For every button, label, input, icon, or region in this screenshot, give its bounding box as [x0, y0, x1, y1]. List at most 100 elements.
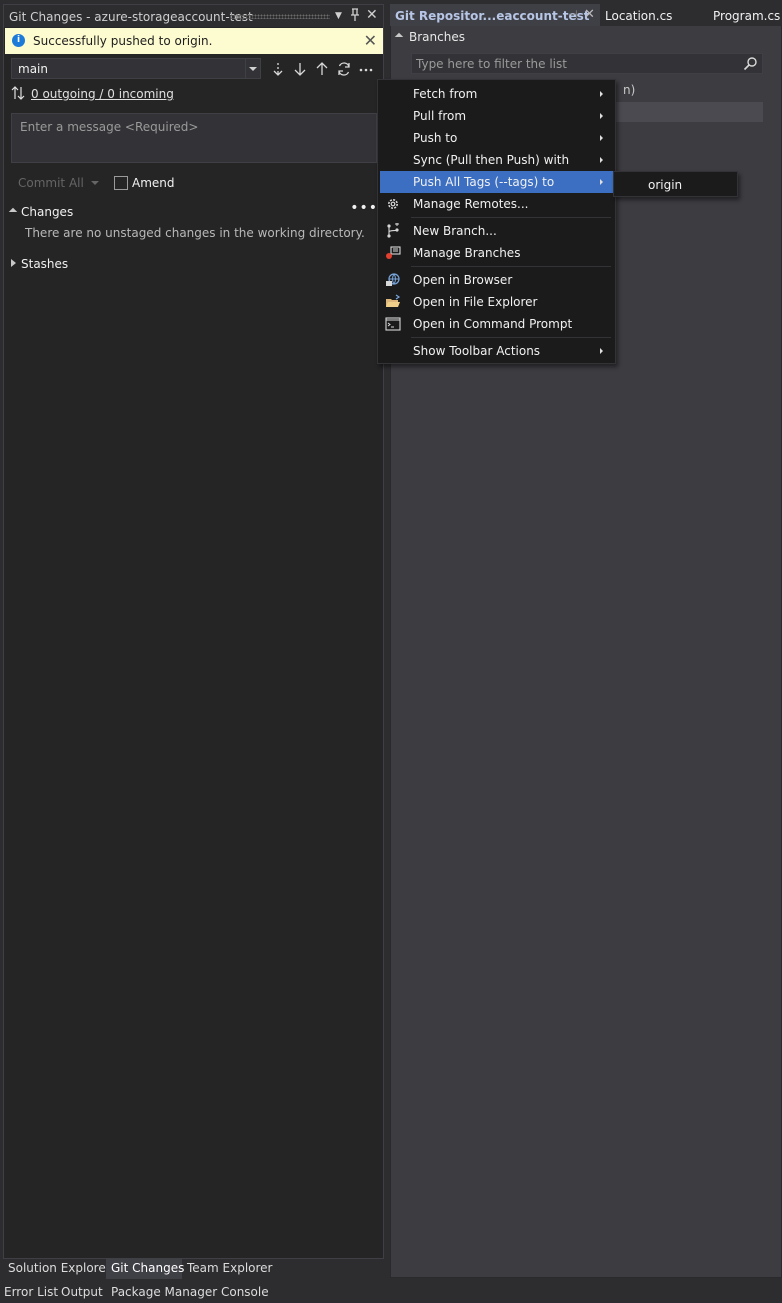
close-icon[interactable]: ✕	[366, 7, 378, 23]
changes-empty-message: There are no unstaged changes in the wor…	[25, 226, 365, 240]
menu-item-sync-with[interactable]: Sync (Pull then Push) with	[380, 149, 613, 171]
menu-item-label: Show Toolbar Actions	[413, 344, 541, 358]
stashes-section-header[interactable]: Stashes	[9, 256, 209, 274]
tab-output[interactable]: Output	[61, 1284, 103, 1303]
submenu-item-origin[interactable]: origin	[648, 178, 682, 192]
tab-label: Output	[61, 1285, 103, 1299]
pin-icon[interactable]	[350, 8, 360, 22]
menu-item-label: Manage Remotes...	[413, 197, 529, 211]
expanded-triangle-icon[interactable]	[8, 207, 18, 217]
commit-row: Commit All Amend	[11, 174, 381, 194]
sync-icon[interactable]	[336, 61, 352, 77]
tab-error-list[interactable]: Error List	[4, 1284, 58, 1303]
menu-separator	[411, 217, 611, 218]
menu-item-push-to[interactable]: Push to	[380, 127, 613, 149]
submenu-arrow-icon	[600, 135, 603, 141]
commit-options-chevron-icon[interactable]	[91, 181, 99, 185]
gear-icon	[385, 196, 401, 212]
branches-section-header[interactable]: Branches	[394, 28, 595, 46]
menu-item-label: Open in File Explorer	[413, 295, 538, 309]
tab-label: Program.cs	[713, 9, 781, 23]
menu-item-label: Open in Command Prompt	[413, 317, 573, 331]
info-bar: i Successfully pushed to origin. ✕	[5, 28, 383, 54]
branch-name: main	[18, 62, 48, 76]
menu-item-label: Fetch from	[413, 87, 478, 101]
push-tags-submenu: origin	[613, 171, 738, 197]
tab-label: Team Explorer	[187, 1261, 273, 1275]
branch-dropdown[interactable]: main	[11, 58, 261, 79]
menu-item-pull-from[interactable]: Pull from	[380, 105, 613, 127]
menu-separator	[411, 266, 611, 267]
info-message: Successfully pushed to origin.	[33, 34, 213, 48]
filter-placeholder: Type here to filter the list	[416, 57, 567, 71]
collapsed-triangle-icon[interactable]	[11, 259, 16, 267]
menu-item-label: Push All Tags (--tags) to	[413, 175, 555, 189]
changes-label: Changes	[21, 205, 74, 219]
partial-branch-text: n)	[623, 83, 636, 97]
chevron-down-icon[interactable]	[245, 59, 260, 78]
tab-git-changes[interactable]: Git Changes	[106, 1259, 185, 1279]
amend-checkbox[interactable]	[114, 176, 128, 190]
menu-item-label: Manage Branches	[413, 246, 521, 260]
close-info-icon[interactable]: ✕	[364, 31, 377, 50]
menu-item-label: New Branch...	[413, 224, 497, 238]
tab-program-cs[interactable]: Program.cs	[708, 4, 782, 26]
commit-all-button[interactable]: Commit All	[18, 176, 84, 190]
tab-team-explorer[interactable]: Team Explorer	[182, 1259, 273, 1279]
dropdown-icon[interactable]: ▼	[335, 11, 342, 21]
submenu-arrow-icon	[600, 113, 603, 119]
more-actions-icon[interactable]	[358, 61, 374, 77]
menu-item-label: Open in Browser	[413, 273, 513, 287]
tab-pin-icon[interactable]: ⊣	[568, 8, 578, 21]
branch-filter-input[interactable]: Type here to filter the list	[411, 53, 763, 74]
menu-item-push-all-tags[interactable]: Push All Tags (--tags) to	[380, 171, 613, 193]
pull-icon[interactable]	[292, 61, 308, 77]
menu-item-label: Sync (Pull then Push) with	[413, 153, 570, 167]
drag-grip[interactable]	[230, 14, 330, 19]
branches-label: Branches	[409, 30, 465, 44]
tab-solution-explorer[interactable]: Solution Explorer	[3, 1259, 111, 1279]
fetch-icon[interactable]	[270, 61, 286, 77]
git-changes-title: Git Changes - azure-storageaccount-test	[9, 10, 253, 24]
stashes-label: Stashes	[21, 257, 69, 271]
menu-item-open-in-file-explorer[interactable]: Open in File Explorer	[380, 291, 613, 313]
changes-section-header[interactable]: Changes •••	[8, 200, 381, 222]
menu-item-show-toolbar-actions[interactable]: Show Toolbar Actions	[380, 340, 613, 362]
context-menu: Fetch from Pull from Push to Sync (Pull …	[377, 79, 616, 364]
menu-item-manage-branches[interactable]: Manage Branches	[380, 242, 613, 264]
tab-label: Error List	[4, 1285, 59, 1299]
submenu-arrow-icon	[600, 91, 603, 97]
submenu-arrow-icon	[600, 157, 603, 163]
tab-label: Git Repositor...eaccount-test	[395, 9, 590, 23]
menu-item-manage-remotes[interactable]: Manage Remotes...	[380, 193, 613, 215]
tab-label: Git Changes	[111, 1261, 185, 1275]
tab-package-manager-console[interactable]: Package Manager Console	[111, 1284, 269, 1303]
manage-branches-icon	[385, 245, 401, 261]
menu-separator	[411, 337, 611, 338]
tool-window-tabs: Solution Explorer Git Changes Team Explo…	[3, 1259, 384, 1279]
submenu-arrow-icon	[600, 179, 603, 185]
info-icon: i	[12, 34, 25, 47]
git-changes-pane: Git Changes - azure-storageaccount-test …	[3, 4, 384, 1259]
search-icon[interactable]	[743, 56, 758, 71]
menu-item-label: Pull from	[413, 109, 467, 123]
outgoing-incoming-link[interactable]: 0 outgoing / 0 incoming	[31, 87, 174, 101]
tab-git-repository[interactable]: Git Repositor...eaccount-test ⊣ ✕	[390, 4, 600, 26]
tab-location-cs[interactable]: Location.cs	[600, 4, 700, 26]
folder-open-icon	[385, 294, 401, 310]
tab-close-icon[interactable]: ✕	[584, 7, 595, 22]
tab-label: Solution Explorer	[8, 1261, 111, 1275]
outgoing-incoming-icon	[11, 85, 25, 101]
menu-item-open-in-browser[interactable]: Open in Browser	[380, 269, 613, 291]
expanded-triangle-icon[interactable]	[394, 32, 404, 42]
changes-more-icon[interactable]: •••	[350, 200, 378, 216]
menu-item-open-in-command-prompt[interactable]: Open in Command Prompt	[380, 313, 613, 335]
menu-item-fetch-from[interactable]: Fetch from	[380, 83, 613, 105]
document-tab-strip: Git Repositor...eaccount-test ⊣ ✕ Locati…	[390, 4, 782, 26]
submenu-arrow-icon	[600, 348, 603, 354]
menu-item-new-branch[interactable]: New Branch...	[380, 220, 613, 242]
amend-label: Amend	[132, 176, 175, 190]
globe-icon	[385, 272, 401, 288]
push-icon[interactable]	[314, 61, 330, 77]
commit-message-input[interactable]: Enter a message <Required>	[11, 113, 377, 163]
